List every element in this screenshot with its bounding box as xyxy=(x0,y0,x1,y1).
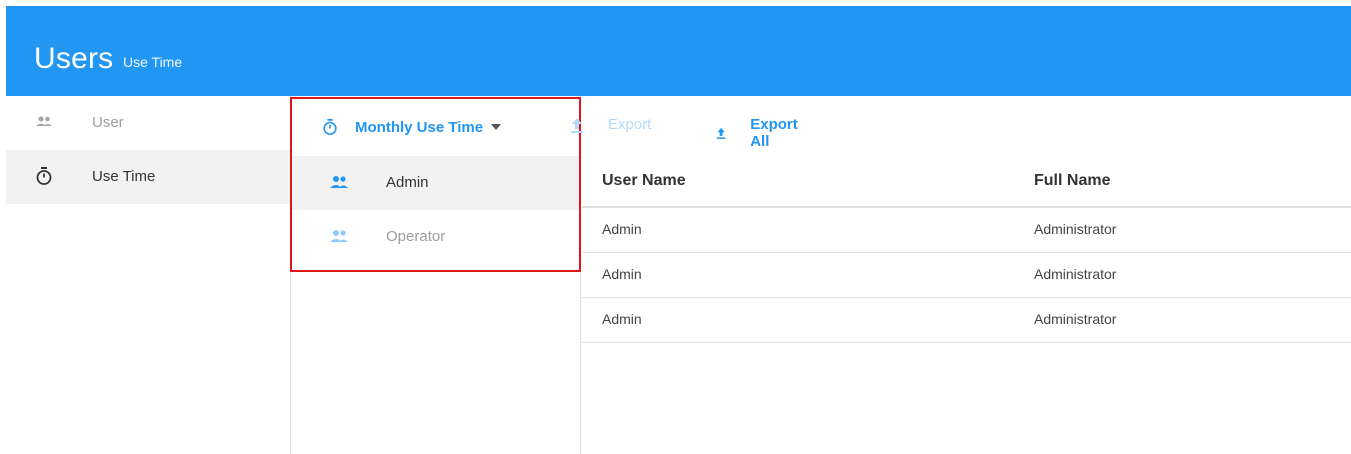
page-title: Users xyxy=(34,42,114,75)
stopwatch-icon xyxy=(36,167,52,185)
export-label: Export xyxy=(608,116,652,133)
page-subtitle: Use Time xyxy=(123,54,183,70)
table-row[interactable]: Admin Administrator xyxy=(582,253,1351,298)
users-icon xyxy=(330,230,348,242)
cell-user-name: Admin xyxy=(602,266,642,282)
app-header: Users Use Time xyxy=(6,6,1351,96)
sidebar-item-use-time[interactable]: Use Time xyxy=(6,150,290,204)
use-time-table: User Name Full Name Admin Administrator … xyxy=(582,156,1351,343)
cell-user-name: Admin xyxy=(602,221,642,237)
stopwatch-icon xyxy=(323,118,337,136)
users-icon xyxy=(36,116,52,126)
group-panel: Monthly Use Time Admin Operator xyxy=(290,96,581,454)
export-all-button[interactable]: Export All xyxy=(716,116,802,150)
table-row[interactable]: Admin Administrator xyxy=(582,208,1351,253)
period-dropdown[interactable]: Monthly Use Time xyxy=(321,116,502,138)
cell-user-name: Admin xyxy=(602,311,642,327)
column-header-full-name[interactable]: Full Name xyxy=(1034,172,1110,190)
group-item-label: Admin xyxy=(386,174,429,191)
table-header: User Name Full Name xyxy=(582,156,1351,208)
caret-down-icon xyxy=(491,124,502,130)
table-row[interactable]: Admin Administrator xyxy=(582,298,1351,343)
cell-full-name: Administrator xyxy=(1034,266,1117,282)
group-item-admin[interactable]: Admin xyxy=(291,156,580,210)
upload-icon xyxy=(571,117,583,133)
cell-full-name: Administrator xyxy=(1034,221,1117,237)
column-header-user-name[interactable]: User Name xyxy=(602,172,686,190)
sidebar: User Use Time xyxy=(6,96,290,454)
period-dropdown-label: Monthly Use Time xyxy=(355,118,484,136)
upload-icon xyxy=(716,127,726,139)
group-item-label: Operator xyxy=(386,228,446,245)
cell-full-name: Administrator xyxy=(1034,311,1117,327)
users-icon xyxy=(330,176,348,188)
sidebar-item-user[interactable]: User xyxy=(6,96,290,150)
sidebar-item-label: Use Time xyxy=(92,168,156,185)
export-button[interactable]: Export xyxy=(570,116,651,133)
export-all-label: Export All xyxy=(750,116,798,150)
sidebar-item-label: User xyxy=(92,114,124,131)
group-item-operator[interactable]: Operator xyxy=(291,210,580,264)
